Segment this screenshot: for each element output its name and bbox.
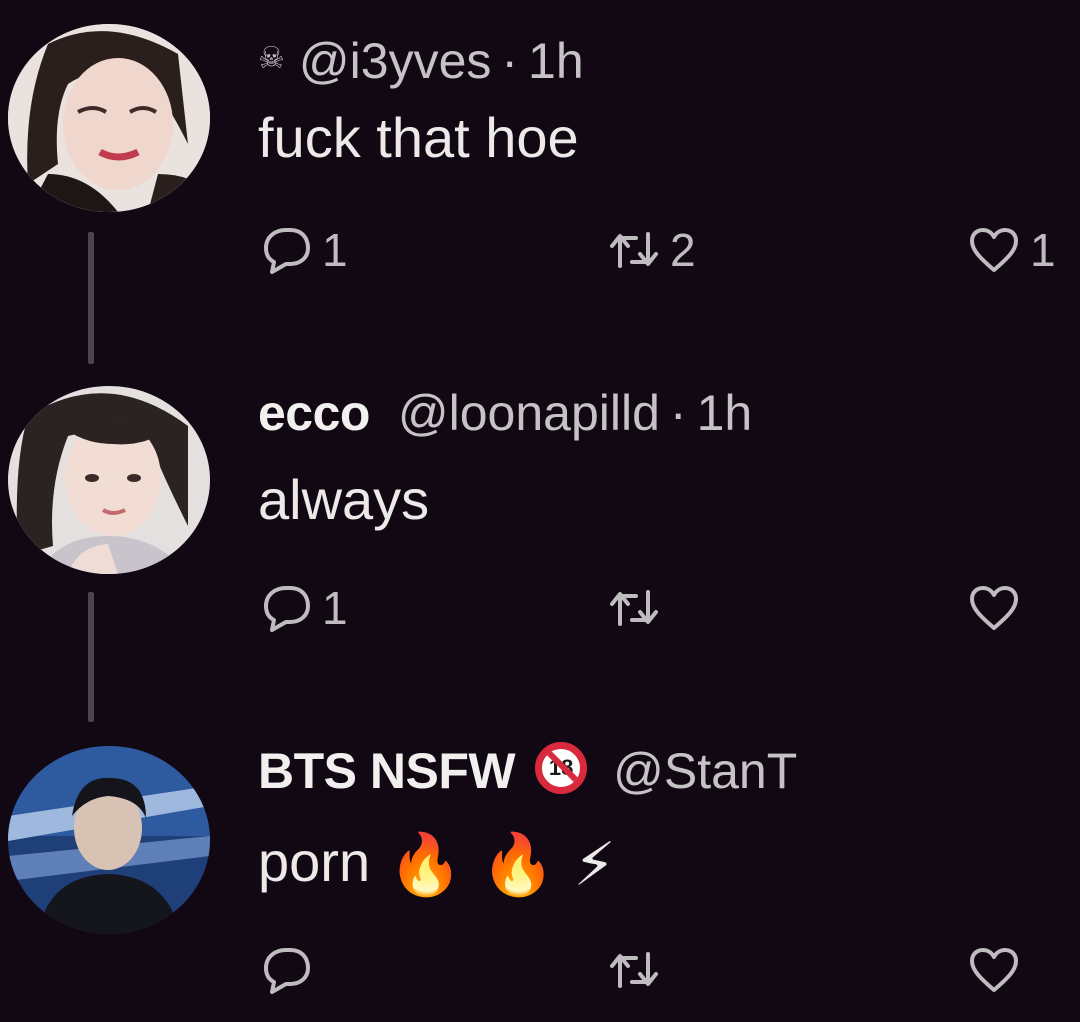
fire-emoji: 🔥 [480,831,556,898]
tweet-timestamp[interactable]: 1h [697,385,753,441]
tweet[interactable]: ecco @loonapilld · 1h always 1 [258,384,1080,644]
like-button[interactable] [966,940,1030,1000]
separator-dot: · [669,385,687,441]
user-handle[interactable]: @StanT [613,743,797,799]
heart-icon [970,948,1018,992]
reply-button[interactable]: 1 [258,578,348,638]
tweet-timestamp[interactable]: 1h [528,33,584,89]
tweet-text-body: porn [258,830,371,893]
tweet-header: ecco @loonapilld · 1h [258,384,752,442]
user-handle[interactable]: @loonapilld [398,385,660,441]
thread-connector-line [88,592,94,722]
reply-count: 1 [322,224,348,276]
display-name[interactable]: BTS NSFW [258,743,516,799]
like-button[interactable]: 1 [966,220,1056,280]
skull-crossbones-icon: ☠ [258,42,285,75]
retweet-button[interactable] [606,940,670,1000]
tweet-header: ☠ @i3yves · 1h [258,30,584,90]
fire-emoji: 🔥 [388,831,463,898]
avatar[interactable] [8,24,210,212]
tweet-actions: 1 2 1 [258,220,1080,280]
retweet-icon [610,952,658,988]
tweet[interactable]: BTS NSFW 18 @StanT porn 🔥 🔥 ⚡ [258,740,1080,1022]
retweet-count: 2 [670,224,696,276]
tweet-header: BTS NSFW 18 @StanT [258,742,797,800]
thread-connector-line [88,232,94,364]
reply-button[interactable]: 1 [258,220,348,280]
lightning-emoji: ⚡ [573,831,616,898]
like-count: 1 [1030,224,1056,276]
like-button[interactable] [966,578,1030,638]
display-name[interactable]: ecco [258,385,370,441]
avatar[interactable] [8,386,210,574]
heart-icon [970,228,1018,272]
retweet-icon [610,590,658,626]
avatar-photo [8,24,210,212]
tweet-text: always [258,468,430,531]
avatar-photo [8,746,210,934]
reply-icon [264,948,310,994]
reply-count: 1 [322,582,348,634]
tweet[interactable]: ☠ @i3yves · 1h fuck that hoe 1 2 1 [258,30,1080,290]
retweet-icon [610,232,658,268]
user-handle[interactable]: @i3yves [299,33,491,89]
avatar-photo [8,386,210,574]
reply-thread: ☠ @i3yves · 1h fuck that hoe 1 2 1 ecco … [0,0,1080,1022]
separator-dot: · [501,33,519,89]
tweet-text: porn 🔥 🔥 ⚡ [258,830,616,897]
age-restriction-badge: 18 [535,742,588,794]
reply-icon [264,228,310,274]
tweet-text: fuck that hoe [258,106,579,169]
reply-icon [264,586,310,632]
heart-icon [970,586,1018,630]
reply-button[interactable] [258,940,322,1000]
retweet-button[interactable] [606,578,670,638]
avatar[interactable] [8,746,210,934]
tweet-actions [258,940,1080,1000]
tweet-actions: 1 [258,578,1080,638]
retweet-button[interactable]: 2 [606,220,696,280]
